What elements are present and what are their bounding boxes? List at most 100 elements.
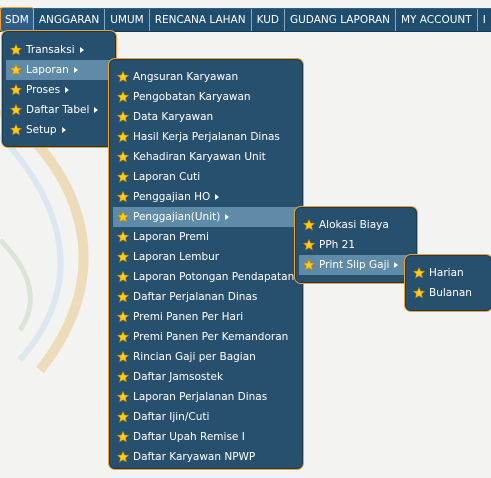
main-menubar: SDM ANGGARAN UMUM RENCANA LAHAN KUD GUDA… — [0, 7, 491, 32]
menu-item-label: Kehadiran Karyawan Unit — [133, 151, 266, 163]
star-icon — [117, 211, 129, 223]
menu-item-label: Penggajian(Unit) — [133, 211, 221, 223]
submenu-arrow-icon — [79, 47, 84, 53]
menu-item-bulanan[interactable]: Bulanan — [409, 283, 488, 303]
star-icon — [413, 287, 425, 299]
menu-item-label: Laporan Lembur — [133, 251, 220, 263]
star-icon — [117, 411, 129, 423]
menu-item-label: Setup — [26, 124, 57, 136]
menu-item-laporan-perjalanan-dinas[interactable]: Laporan Perjalanan Dinas — [113, 387, 299, 407]
star-icon — [117, 111, 129, 123]
star-icon — [10, 44, 22, 56]
menu-item-daftar-karyawan-npwp[interactable]: Daftar Karyawan NPWP — [113, 447, 299, 467]
star-icon — [303, 259, 315, 271]
star-icon — [413, 267, 425, 279]
star-icon — [117, 91, 129, 103]
menu-item-label: Print Slip Gaji — [319, 259, 390, 271]
menu-item-label: Pengobatan Karyawan — [133, 91, 251, 103]
menu-item-pengobatan-karyawan[interactable]: Pengobatan Karyawan — [113, 87, 299, 107]
menu-item-daftar-perjalanan-dinas[interactable]: Daftar Perjalanan Dinas — [113, 287, 299, 307]
menu-item-alokasi-biaya[interactable]: Alokasi Biaya — [299, 215, 413, 235]
menu-item-laporan-premi[interactable]: Laporan Premi — [113, 227, 299, 247]
submenu-arrow-icon — [65, 87, 70, 93]
menu-item-label: Data Karyawan — [133, 111, 214, 123]
menu-item-label: Transaksi — [26, 44, 75, 56]
sdm-dropdown-menu: Transaksi Laporan Proses Daftar Tabel Setup — [1, 30, 117, 148]
print-slip-gaji-submenu: Harian Bulanan — [404, 254, 491, 312]
menu-item-harian[interactable]: Harian — [409, 263, 488, 283]
star-icon — [117, 431, 129, 443]
menu-item-label: Laporan — [26, 64, 69, 76]
menu-item-laporan-lembur[interactable]: Laporan Lembur — [113, 247, 299, 267]
menu-item-laporan-cuti[interactable]: Laporan Cuti — [113, 167, 299, 187]
menu-item-label: Daftar Jamsostek — [133, 371, 224, 383]
star-icon — [117, 131, 129, 143]
menu-item-transaksi[interactable]: Transaksi — [6, 40, 112, 60]
menu-item-label: Hasil Kerja Perjalanan Dinas — [133, 131, 280, 143]
submenu-arrow-icon — [215, 194, 220, 200]
menubar-item-gudang-laporan[interactable]: GUDANG LAPORAN — [285, 9, 396, 31]
menubar-item-anggaran[interactable]: ANGGARAN — [34, 9, 106, 31]
star-icon — [117, 151, 129, 163]
menu-item-label: Daftar Upah Remise I — [133, 431, 245, 443]
submenu-arrow-icon — [94, 107, 99, 113]
menubar-item-rencana-lahan[interactable]: RENCANA LAHAN — [150, 9, 252, 31]
menu-item-label: Laporan Potongan Pendapatan — [133, 271, 295, 283]
submenu-arrow-icon — [73, 67, 78, 73]
laporan-submenu: Angsuran Karyawan Pengobatan Karyawan Data… — [108, 58, 304, 470]
menu-item-data-karyawan[interactable]: Data Karyawan — [113, 107, 299, 127]
menubar-item-kud[interactable]: KUD — [252, 9, 285, 31]
star-icon — [10, 64, 22, 76]
menu-item-label: Daftar Ijin/Cuti — [133, 411, 210, 423]
menubar-item-my-account[interactable]: MY ACCOUNT — [396, 9, 478, 31]
menubar-item-more[interactable]: I — [478, 9, 491, 31]
menu-item-label: Daftar Tabel — [26, 104, 90, 116]
menu-item-proses[interactable]: Proses — [6, 80, 112, 100]
star-icon — [10, 124, 22, 136]
menu-item-hasil-kerja-perjalanan-dinas[interactable]: Hasil Kerja Perjalanan Dinas — [113, 127, 299, 147]
menu-item-laporan-potongan-pendapatan[interactable]: Laporan Potongan Pendapatan — [113, 267, 299, 287]
submenu-arrow-icon — [394, 262, 399, 268]
star-icon — [303, 239, 315, 251]
star-icon — [10, 104, 22, 116]
menu-item-laporan[interactable]: Laporan — [6, 60, 112, 80]
menubar-item-umum[interactable]: UMUM — [105, 9, 150, 31]
menu-item-label: Laporan Premi — [133, 231, 209, 243]
menu-item-daftar-tabel[interactable]: Daftar Tabel — [6, 100, 112, 120]
star-icon — [117, 291, 129, 303]
star-icon — [117, 251, 129, 263]
submenu-arrow-icon — [225, 214, 230, 220]
penggajian-unit-submenu: Alokasi Biaya PPh 21 Print Slip Gaji — [294, 206, 418, 284]
menu-item-daftar-jamsostek[interactable]: Daftar Jamsostek — [113, 367, 299, 387]
star-icon — [117, 451, 129, 463]
star-icon — [117, 311, 129, 323]
menu-item-label: Harian — [429, 267, 464, 279]
menu-item-label: Penggajian HO — [133, 191, 211, 203]
menu-item-premi-panen-per-hari[interactable]: Premi Panen Per Hari — [113, 307, 299, 327]
menu-item-kehadiran-karyawan-unit[interactable]: Kehadiran Karyawan Unit — [113, 147, 299, 167]
star-icon — [117, 71, 129, 83]
menu-item-pph-21[interactable]: PPh 21 — [299, 235, 413, 255]
menu-item-label: Alokasi Biaya — [319, 219, 389, 231]
menu-item-label: Proses — [26, 84, 61, 96]
star-icon — [117, 351, 129, 363]
menu-item-daftar-upah-remise-i[interactable]: Daftar Upah Remise I — [113, 427, 299, 447]
menu-item-label: Angsuran Karyawan — [133, 71, 239, 83]
menu-item-label: Laporan Cuti — [133, 171, 201, 183]
menu-item-angsuran-karyawan[interactable]: Angsuran Karyawan — [113, 67, 299, 87]
menu-item-print-slip-gaji[interactable]: Print Slip Gaji — [299, 255, 413, 275]
submenu-arrow-icon — [61, 127, 66, 133]
star-icon — [117, 231, 129, 243]
menubar-item-sdm[interactable]: SDM — [0, 7, 34, 32]
menu-item-premi-panen-per-kemandoran[interactable]: Premi Panen Per Kemandoran — [113, 327, 299, 347]
menu-item-rincian-gaji-per-bagian[interactable]: Rincian Gaji per Bagian — [113, 347, 299, 367]
menu-item-daftar-ijin-cuti[interactable]: Daftar Ijin/Cuti — [113, 407, 299, 427]
star-icon — [117, 391, 129, 403]
menu-item-setup[interactable]: Setup — [6, 120, 112, 140]
star-icon — [117, 331, 129, 343]
menu-item-penggajian-ho[interactable]: Penggajian HO — [113, 187, 299, 207]
menu-item-penggajian-unit[interactable]: Penggajian(Unit) — [113, 207, 299, 227]
star-icon — [117, 191, 129, 203]
menu-item-label: Premi Panen Per Hari — [133, 311, 244, 323]
star-icon — [117, 371, 129, 383]
